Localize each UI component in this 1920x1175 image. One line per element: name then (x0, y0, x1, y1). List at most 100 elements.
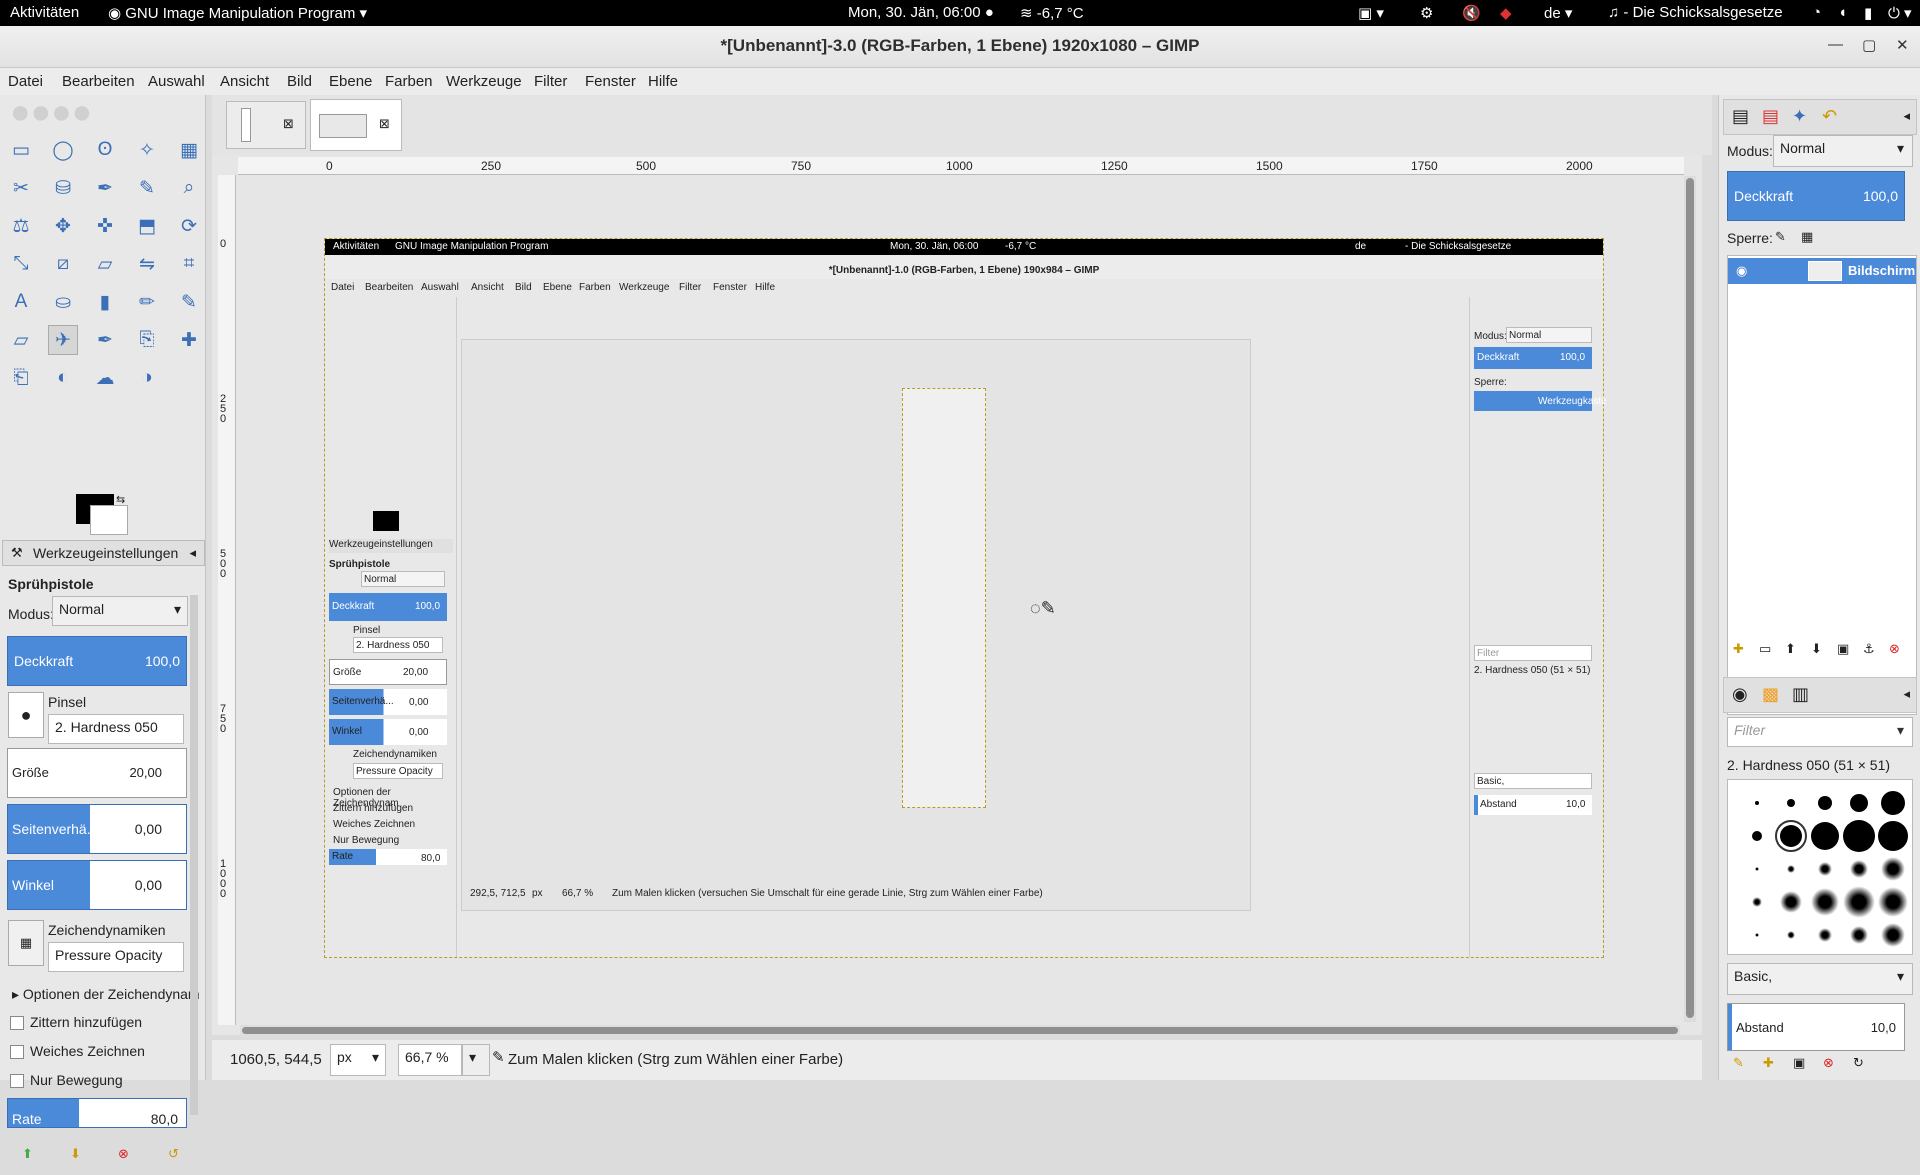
layers-tab-icon[interactable]: ▤ (1732, 106, 1749, 127)
keyboard-layout[interactable]: de ▾ (1544, 4, 1572, 22)
save-options-icon[interactable]: ⬆ (22, 1146, 33, 1162)
swap-colors-icon[interactable]: ⇆ (116, 493, 125, 506)
edit-brush-icon[interactable]: ✎ (1733, 1055, 1744, 1071)
blur-tool-icon[interactable]: ◐ (48, 363, 78, 393)
close-icon[interactable]: ✕ (1896, 36, 1909, 54)
volume-muted-icon[interactable]: 🔇 (1462, 4, 1481, 22)
menu-bild[interactable]: Bild (287, 73, 312, 90)
horizontal-scrollbar-thumb[interactable] (242, 1027, 1678, 1034)
refresh-brushes-icon[interactable]: ↻ (1853, 1055, 1864, 1071)
restore-options-icon[interactable]: ⬇ (70, 1146, 81, 1162)
foreground-select-tool-icon[interactable]: ⛁ (48, 173, 78, 203)
brush-thumbnail[interactable] (1787, 799, 1795, 807)
ink-tool-icon[interactable]: ✒ (90, 325, 120, 355)
horizontal-scrollbar[interactable] (240, 1025, 1680, 1037)
activities-button[interactable]: Aktivitäten (10, 4, 79, 21)
brush-set-select[interactable]: Basic, ▾ (1727, 963, 1913, 995)
menu-filter[interactable]: Filter (534, 73, 567, 90)
menu-werkzeuge[interactable]: Werkzeuge (446, 73, 522, 90)
maximize-icon[interactable]: ▢ (1862, 36, 1876, 54)
image-canvas[interactable]: Aktivitäten GNU Image Manipulation Progr… (324, 238, 1607, 958)
aspect-ratio-spinner[interactable]: Seitenverhä... 0,00 (7, 804, 187, 854)
rect-select-tool-icon[interactable]: ▭ (6, 135, 36, 165)
visibility-eye-icon[interactable]: ◉ (1736, 263, 1747, 279)
tab-image-2[interactable]: ⊠ (310, 99, 402, 151)
brush-filter-input[interactable]: Filter ▾ (1727, 717, 1913, 747)
brush-thumbnail[interactable] (1818, 796, 1832, 810)
brush-thumbnail[interactable] (1752, 897, 1762, 907)
brushes-tab-icon[interactable]: ◉ (1732, 684, 1748, 705)
free-select-tool-icon[interactable]: ʘ (90, 135, 120, 165)
delete-layer-icon[interactable]: ⊗ (1889, 641, 1900, 657)
size-spinner[interactable]: Größe 20,00 (7, 748, 187, 798)
perspective-clone-tool-icon[interactable]: ⎗ (6, 363, 36, 393)
motion-checkbox[interactable] (10, 1074, 24, 1088)
horizontal-ruler[interactable]: 0 250 500 750 1000 1250 1500 1750 2000 (238, 157, 1684, 175)
heal-tool-icon[interactable]: ✚ (174, 325, 204, 355)
dynamics-field[interactable]: Pressure Opacity (48, 942, 184, 972)
new-layer-icon[interactable]: ✚ (1733, 641, 1744, 657)
brush-thumbnail[interactable] (1878, 887, 1908, 917)
delete-options-icon[interactable]: ⊗ (118, 1146, 129, 1162)
tab-image-1[interactable]: ⊠ (226, 101, 306, 149)
patterns-tab-icon[interactable]: ▩ (1762, 684, 1779, 705)
brush-thumbnail[interactable] (1811, 888, 1839, 916)
vertical-ruler[interactable]: 0 250 500 750 1000 (218, 175, 236, 1025)
brush-spacing-spinner[interactable]: Abstand 10,0 (1727, 1003, 1905, 1051)
tool-options-scrollbar[interactable] (190, 595, 198, 1115)
fuzzy-select-tool-icon[interactable]: ✧ (132, 135, 162, 165)
ellipse-select-tool-icon[interactable]: ◯ (48, 135, 78, 165)
brush-thumbnail[interactable] (1755, 933, 1759, 937)
unit-select[interactable]: px ▾ (330, 1044, 386, 1076)
brush-grid[interactable] (1727, 779, 1913, 955)
duplicate-brush-icon[interactable]: ▣ (1793, 1055, 1805, 1071)
menu-datei[interactable]: Datei (8, 73, 43, 90)
clock[interactable]: Mon, 30. Jän, 06:00 ● (848, 4, 994, 21)
layers-mode-select[interactable]: Normal ▾ (1773, 135, 1913, 167)
channels-tab-icon[interactable]: ▤ (1762, 106, 1779, 127)
brush-thumbnail[interactable] (1818, 862, 1832, 876)
brush-thumbnail[interactable] (1881, 923, 1905, 947)
close-tab-icon[interactable]: ⊠ (283, 116, 294, 132)
zoom-field[interactable]: 66,7 % (398, 1044, 462, 1076)
undo-history-tab-icon[interactable]: ↶ (1822, 106, 1837, 127)
zoom-tool-icon[interactable]: ⌕ (174, 173, 204, 203)
measure-tool-icon[interactable]: ⚖ (6, 211, 36, 241)
paths-tab-icon[interactable]: ✦ (1792, 106, 1807, 127)
brush-thumbnail[interactable] (1755, 867, 1759, 871)
brush-thumbnail[interactable] (1878, 821, 1908, 851)
brush-thumbnail[interactable] (1850, 926, 1868, 944)
power-menu-icon[interactable]: ⏻ ▾ (1888, 4, 1912, 22)
menu-farben[interactable]: Farben (385, 73, 433, 90)
airbrush-tool-icon[interactable]: ✈ (48, 325, 78, 355)
brush-preview[interactable]: ● (8, 692, 44, 738)
app-menu[interactable]: ◉ GNU Image Manipulation Program ▾ (108, 4, 367, 22)
brush-thumbnail[interactable] (1755, 801, 1759, 805)
minimize-icon[interactable]: — (1828, 36, 1843, 53)
music-player[interactable]: ♫ - Die Schicksalsgesetze (1608, 4, 1783, 21)
panel-menu-icon[interactable]: ◂ (189, 545, 196, 561)
brush-thumbnail[interactable] (1787, 931, 1795, 939)
color-select-tool-icon[interactable]: ▦ (174, 135, 204, 165)
brush-thumbnail[interactable] (1850, 860, 1868, 878)
weather[interactable]: ≋ -6,7 °C (1020, 4, 1084, 22)
align-tool-icon[interactable]: ✜ (90, 211, 120, 241)
new-brush-icon[interactable]: ✚ (1763, 1055, 1774, 1071)
vertical-scrollbar-thumb[interactable] (1686, 178, 1694, 1018)
brush-thumbnail[interactable] (1843, 820, 1875, 852)
panel-menu-icon[interactable]: ◂ (1903, 108, 1910, 124)
brush-thumbnail[interactable] (1780, 891, 1802, 913)
layers-opacity-slider[interactable]: Deckkraft 100,0 (1727, 171, 1905, 221)
battery-icon[interactable]: ▮ (1864, 4, 1872, 22)
speaker-icon[interactable]: ◖ (1838, 4, 1847, 21)
delete-brush-icon[interactable]: ⊗ (1823, 1055, 1834, 1071)
layer-row[interactable]: ◉ Bildschirm (1728, 258, 1916, 284)
scale-tool-icon[interactable]: ⤡ (6, 249, 36, 279)
brush-name-field[interactable]: 2. Hardness 050 (48, 714, 184, 744)
gradients-tab-icon[interactable]: ▥ (1792, 684, 1809, 705)
brush-thumbnail[interactable] (1850, 794, 1868, 812)
shear-tool-icon[interactable]: ⧄ (48, 249, 78, 279)
dodge-burn-tool-icon[interactable]: ◑ (132, 363, 162, 393)
layer-group-icon[interactable]: ▭ (1759, 641, 1771, 657)
menu-auswahl[interactable]: Auswahl (148, 73, 205, 90)
